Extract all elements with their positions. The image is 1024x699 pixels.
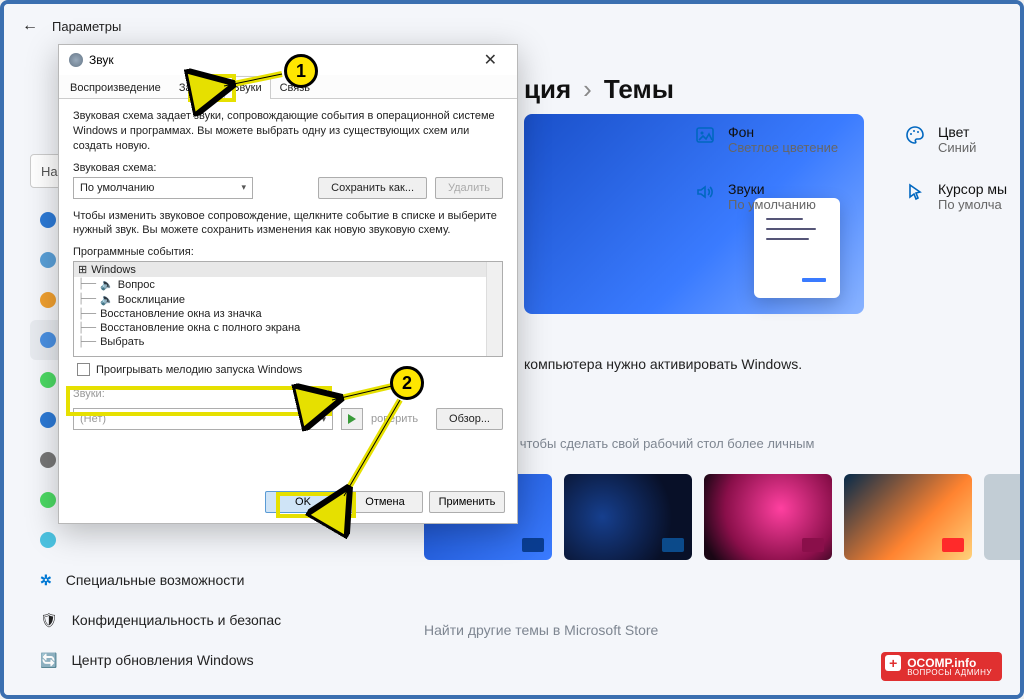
close-icon[interactable]: ✕: [474, 48, 507, 72]
nav-icon: [40, 492, 56, 508]
nav-icon: [40, 292, 56, 308]
dialog-title: Звук: [89, 53, 114, 67]
app-title: Параметры: [52, 19, 121, 34]
test-label: роверить: [371, 413, 418, 425]
activation-notice: компьютера нужно активировать Windows.: [524, 356, 802, 372]
shield-icon: 🛡: [40, 612, 58, 629]
nav-accessibility[interactable]: ✲Специальные возможности: [30, 560, 320, 600]
settings-header: ← Параметры: [4, 4, 1020, 48]
scheme-description: Звуковая схема задает звуки, сопровождаю…: [73, 109, 503, 154]
theme-thumb-3[interactable]: [704, 474, 832, 560]
theme-thumb-2[interactable]: [564, 474, 692, 560]
back-icon[interactable]: ←: [22, 17, 38, 35]
startup-sound-checkbox[interactable]: [77, 363, 90, 376]
speaker-icon: [694, 181, 716, 203]
plus-icon: +: [885, 655, 901, 671]
annotation-badge-1: 1: [284, 54, 318, 88]
palette-icon: [904, 124, 926, 146]
watermark: + OCOMP.info ВОПРОСЫ АДМИНУ: [881, 652, 1002, 681]
annotation-badge-2: 2: [390, 366, 424, 400]
nav-icon: [40, 452, 56, 468]
attr-cursor[interactable]: Курсор мыПо умолча: [904, 181, 1024, 212]
nav-privacy[interactable]: 🛡Конфиденциальность и безопас: [30, 600, 320, 640]
sound-file-combobox: (Нет)▾: [73, 408, 333, 430]
dialog-footer: OK Отмена Применить: [265, 491, 505, 513]
tab-recording[interactable]: Запись: [170, 76, 224, 99]
events-label: Программные события:: [73, 246, 503, 258]
nav-update[interactable]: 🔄Центр обновления Windows: [30, 640, 320, 680]
scheme-combobox[interactable]: По умолчанию▾: [73, 177, 253, 199]
nav-icon: [40, 412, 56, 428]
windows-icon: ⊞: [78, 263, 87, 276]
tab-playback[interactable]: Воспроизведение: [61, 76, 170, 99]
scheme-label: Звуковая схема:: [73, 162, 503, 174]
attr-background[interactable]: ФонСветлое цветение: [694, 124, 904, 155]
browse-button[interactable]: Обзор...: [436, 408, 503, 430]
startup-sound-row[interactable]: Проигрывать мелодию запуска Windows: [73, 357, 503, 382]
sounds-label: Звуки:: [73, 388, 503, 400]
delete-button: Удалить: [435, 177, 503, 199]
update-icon: 🔄: [40, 652, 57, 669]
breadcrumb-current: Темы: [604, 74, 674, 105]
play-icon: [348, 414, 356, 424]
cursor-icon: [904, 181, 926, 203]
sound-event-icon: 🔈: [100, 278, 114, 291]
image-icon: [694, 124, 716, 146]
sound-event-icon: 🔈: [100, 293, 114, 306]
list-item: ├──🔈Вопрос: [74, 277, 502, 292]
nav-icon: [40, 252, 56, 268]
theme-thumb-5[interactable]: [984, 474, 1024, 560]
scrollbar[interactable]: [486, 262, 502, 356]
startup-sound-label: Проигрывать мелодию запуска Windows: [96, 364, 302, 376]
test-sound-button[interactable]: [341, 408, 363, 430]
list-item: ├──🔈Восклицание: [74, 292, 502, 307]
nav-item[interactable]: [30, 520, 320, 560]
breadcrumb: ция › Темы: [524, 74, 674, 105]
accessibility-icon: ✲: [40, 572, 52, 589]
nav-icon: [40, 532, 56, 548]
tab-sounds[interactable]: Звуки: [224, 76, 271, 99]
list-item: ⊞Windows: [74, 262, 502, 277]
theme-attributes: ФонСветлое цветение ЦветСиний ЗвукиПо ум…: [694, 124, 1024, 212]
sound-app-icon: [69, 53, 83, 67]
attr-sound[interactable]: ЗвукиПо умолчанию: [694, 181, 904, 212]
nav-icon: [40, 372, 56, 388]
breadcrumb-prev[interactable]: ция: [524, 74, 571, 105]
ok-button[interactable]: OK: [265, 491, 341, 513]
events-help: Чтобы изменить звуковое сопровождение, щ…: [73, 209, 503, 239]
attr-color[interactable]: ЦветСиний: [904, 124, 1024, 155]
nav-icon: [40, 332, 56, 348]
list-item: ├──Восстановление окна из значка: [74, 307, 502, 321]
cancel-button[interactable]: Отмена: [347, 491, 423, 513]
list-item: ├──Восстановление окна с полного экрана: [74, 321, 502, 335]
list-item: ├──Выбрать: [74, 335, 502, 349]
save-as-button[interactable]: Сохранить как...: [318, 177, 427, 199]
apply-button[interactable]: Применить: [429, 491, 505, 513]
nav-icon: [40, 212, 56, 228]
chevron-down-icon: ▾: [321, 414, 326, 425]
chevron-down-icon: ▾: [241, 182, 246, 193]
store-link[interactable]: Найти другие темы в Microsoft Store: [424, 622, 658, 638]
theme-thumb-4[interactable]: [844, 474, 972, 560]
chevron-right-icon: ›: [583, 74, 592, 105]
preview-window-icon: [754, 198, 840, 298]
events-listbox[interactable]: ⊞Windows ├──🔈Вопрос ├──🔈Восклицание ├──В…: [73, 261, 503, 357]
sound-dialog: Звук ✕ Воспроизведение Запись Звуки Связ…: [58, 44, 518, 524]
